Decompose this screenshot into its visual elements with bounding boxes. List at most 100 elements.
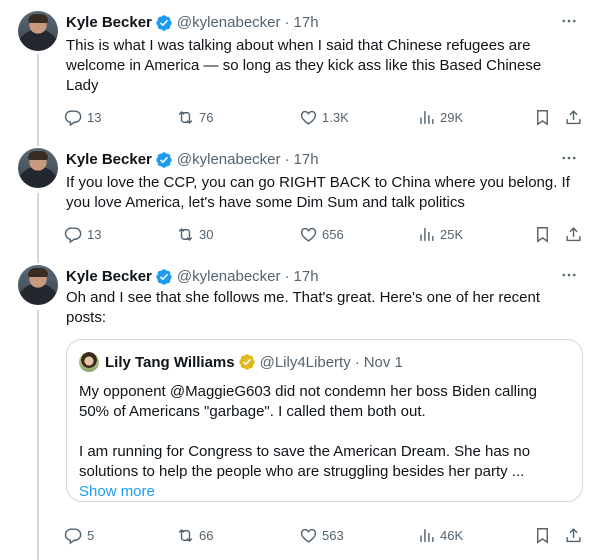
repost-icon: [178, 528, 193, 542]
bookmark-button[interactable]: [533, 106, 552, 128]
bookmark-icon: [537, 226, 548, 243]
quoted-text: My opponent @MaggieG603 did not condemn …: [79, 382, 569, 482]
like-button[interactable]: 563: [299, 524, 344, 546]
tweet-header: Kyle Becker @kylenabecker · 17h: [66, 13, 319, 33]
tweet-actions: 13 76 1.3K 29K: [64, 106, 584, 128]
repost-count: 76: [199, 109, 214, 125]
views-icon: [420, 528, 434, 542]
quoted-text-line: My opponent @MaggieG603 did not condemn …: [79, 383, 538, 400]
tweet[interactable]: Kyle Becker @kylenabecker · 17h Oh and I…: [0, 265, 597, 560]
verified-badge-icon: [238, 354, 255, 370]
tweet-header: Kyle Becker @kylenabecker · 17h: [66, 267, 319, 287]
share-button[interactable]: [564, 524, 583, 546]
author-name[interactable]: Kyle Becker: [66, 267, 152, 287]
share-button[interactable]: [564, 106, 583, 128]
timestamp[interactable]: 17h: [294, 150, 319, 170]
tweet[interactable]: Kyle Becker @kylenabecker · 17h This is …: [0, 11, 597, 136]
like-icon: [300, 110, 317, 125]
tweet-text-line: This is what I was talking about when I …: [66, 37, 531, 54]
tweet-text-line: welcome in America — so long as they kic…: [66, 57, 542, 74]
views-count: 25K: [440, 226, 464, 242]
views-icon: [420, 110, 434, 124]
quoted-avatar[interactable]: [79, 352, 99, 372]
tweet-text-line: Lady: [66, 77, 99, 94]
views-button[interactable]: 25K: [417, 223, 463, 245]
more-options-button[interactable]: [559, 11, 579, 31]
author-name[interactable]: Kyle Becker: [66, 13, 152, 33]
reply-icon: [64, 527, 82, 544]
repost-button[interactable]: 66: [176, 524, 213, 546]
share-icon: [566, 226, 581, 241]
tweet-header: Kyle Becker @kylenabecker · 17h: [66, 150, 319, 170]
reply-count: 13: [87, 226, 102, 242]
reply-count: 5: [87, 527, 95, 543]
quoted-header: Lily Tang Williams @Lily4Liberty · Nov 1: [105, 352, 403, 372]
bookmark-button[interactable]: [533, 524, 552, 546]
reply-button[interactable]: 5: [64, 524, 94, 546]
quoted-text-line: I am running for Congress to save the Am…: [79, 443, 531, 460]
views-icon: [420, 227, 434, 241]
show-more-link[interactable]: Show more: [79, 482, 155, 502]
quoted-timestamp[interactable]: Nov 1: [364, 354, 403, 371]
timestamp[interactable]: 17h: [294, 13, 319, 33]
separator-dot: ·: [354, 353, 360, 371]
reply-icon: [64, 109, 82, 126]
separator-dot: ·: [284, 14, 290, 31]
quoted-author-name[interactable]: Lily Tang Williams: [105, 354, 235, 371]
tweet-actions: 13 30 656 25K: [64, 223, 584, 245]
timestamp[interactable]: 17h: [294, 267, 319, 287]
like-button[interactable]: 1.3K: [299, 106, 349, 128]
reply-button[interactable]: 13: [64, 223, 101, 245]
like-count: 563: [322, 527, 344, 543]
author-name[interactable]: Kyle Becker: [66, 150, 152, 170]
reply-button[interactable]: 13: [64, 106, 101, 128]
bookmark-icon: [537, 109, 548, 126]
author-handle[interactable]: @kylenabecker: [177, 267, 281, 287]
like-count: 656: [322, 226, 344, 242]
tweet[interactable]: Kyle Becker @kylenabecker · 17h If you l…: [0, 148, 597, 253]
repost-icon: [178, 110, 193, 124]
like-icon: [300, 227, 317, 242]
tweet-text-line: Oh and I see that she follows me. That's…: [66, 289, 541, 306]
more-icon: [562, 156, 576, 160]
quoted-text-line: 50% of Americans "garbage". I called the…: [79, 403, 426, 420]
quoted-author-handle[interactable]: @Lily4Liberty: [260, 354, 351, 371]
repost-button[interactable]: 76: [176, 106, 213, 128]
verified-badge-icon: [156, 152, 172, 168]
avatar[interactable]: [18, 265, 58, 305]
tweet-text-line: you love America, let's have some Dim Su…: [66, 194, 465, 211]
tweet-text: This is what I was talking about when I …: [66, 36, 571, 96]
bookmark-button[interactable]: [533, 223, 552, 245]
views-count: 29K: [440, 109, 464, 125]
author-handle[interactable]: @kylenabecker: [177, 13, 281, 33]
more-options-button[interactable]: [559, 265, 579, 285]
share-button[interactable]: [564, 223, 583, 245]
separator-dot: ·: [284, 268, 290, 285]
repost-icon: [178, 227, 193, 241]
reply-count: 13: [87, 109, 102, 125]
bookmark-icon: [537, 527, 548, 544]
views-button[interactable]: 29K: [417, 106, 463, 128]
tweet-text: Oh and I see that she follows me. That's…: [66, 288, 571, 328]
author-handle[interactable]: @kylenabecker: [177, 150, 281, 170]
quoted-text-line: solutions to help the people who are str…: [79, 463, 525, 480]
tweet-text: If you love the CCP, you can go RIGHT BA…: [66, 173, 571, 213]
tweet-text-line: posts:: [66, 309, 107, 326]
tweet-text-line: If you love the CCP, you can go RIGHT BA…: [66, 174, 570, 191]
more-options-button[interactable]: [559, 148, 579, 168]
more-icon: [562, 19, 576, 23]
separator-dot: ·: [284, 151, 290, 168]
views-button[interactable]: 46K: [417, 524, 463, 546]
views-count: 46K: [440, 527, 464, 543]
quoted-tweet[interactable]: Lily Tang Williams @Lily4Liberty · Nov 1…: [66, 339, 583, 502]
reply-icon: [64, 226, 82, 243]
verified-badge-icon: [156, 15, 172, 31]
avatar[interactable]: [18, 11, 58, 51]
share-icon: [566, 527, 581, 542]
avatar[interactable]: [18, 148, 58, 188]
tweet-actions: 5 66 563 46K: [64, 524, 584, 546]
verified-badge-icon: [156, 269, 172, 285]
like-count: 1.3K: [322, 109, 349, 125]
like-button[interactable]: 656: [299, 223, 344, 245]
repost-button[interactable]: 30: [176, 223, 213, 245]
